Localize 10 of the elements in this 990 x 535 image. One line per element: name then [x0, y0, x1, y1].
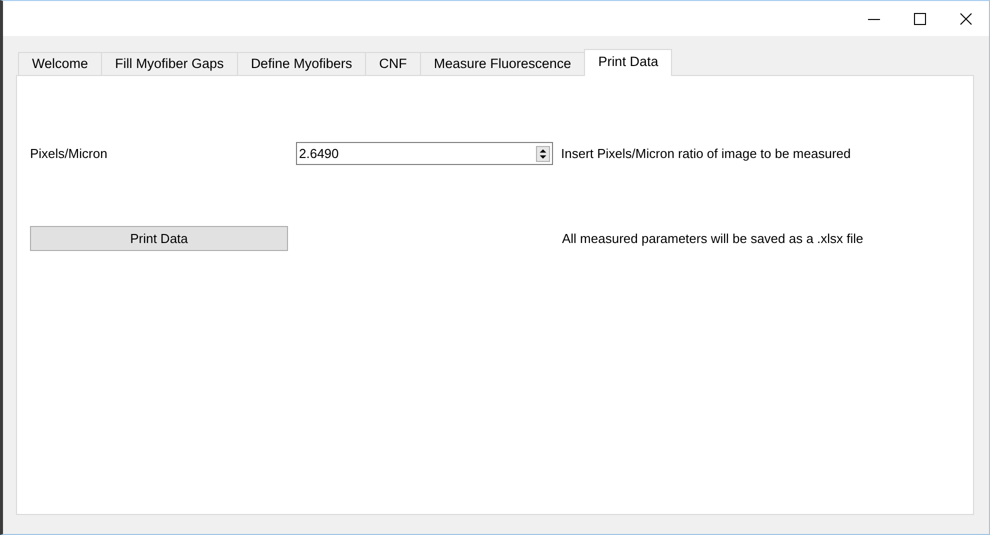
spinner-arrows-icon[interactable] [536, 146, 550, 162]
number-spinner[interactable]: 2.6490 [296, 142, 553, 165]
field-label: Pixels/Micron [30, 146, 108, 161]
info-text: All measured parameters will be saved as a .xlsx file [562, 231, 864, 246]
print-data-button[interactable]: Print Data [30, 226, 288, 251]
tab[interactable]: Welcome [18, 52, 102, 75]
maximize-icon[interactable] [914, 12, 926, 24]
tab[interactable]: Print Data [584, 49, 672, 76]
close-icon[interactable] [960, 12, 972, 24]
hint-text: Insert Pixels/Micron ratio of image to be measured [561, 146, 851, 161]
